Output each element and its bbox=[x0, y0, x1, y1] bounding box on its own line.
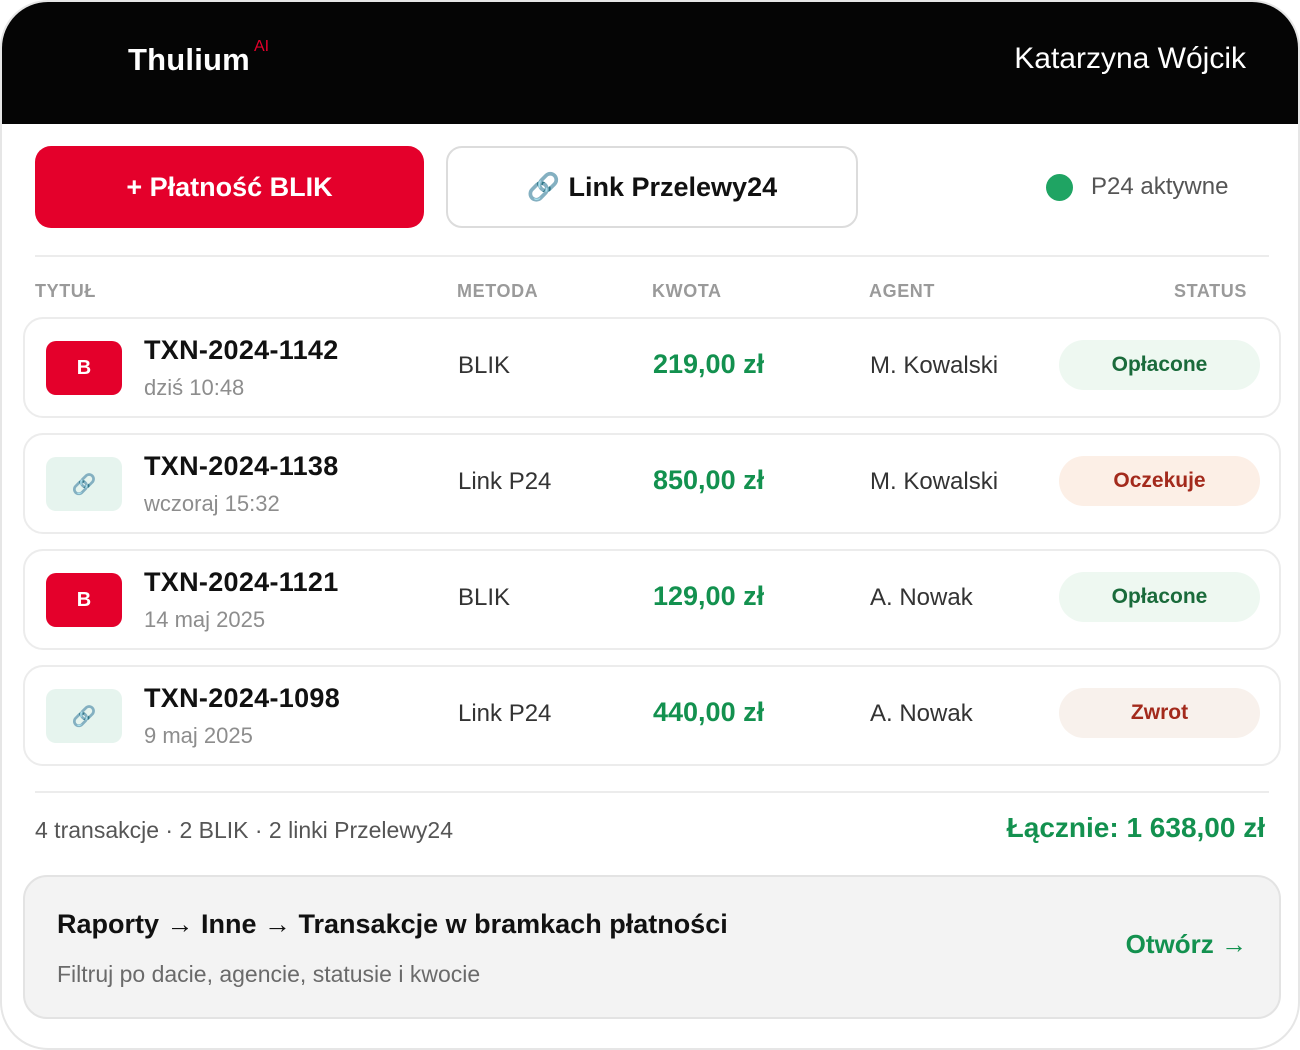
divider bbox=[35, 255, 1269, 257]
link-icon: 🔗 bbox=[46, 689, 122, 743]
ai-badge: AI bbox=[254, 38, 270, 55]
transaction-id[interactable]: TXN-2024-1138 bbox=[144, 451, 339, 482]
transaction-row[interactable]: B TXN-2024-1142 dziś 10:48 BLIK 219,00 zł M. … bbox=[23, 317, 1281, 418]
app-window: Thulium AI Katarzyna Wójcik + Płatność B… bbox=[0, 0, 1300, 1050]
transaction-time: 9 maj 2025 bbox=[144, 723, 253, 748]
p24-status-label: P24 aktywne bbox=[1091, 173, 1229, 200]
transaction-time: wczoraj 15:32 bbox=[144, 491, 280, 516]
status-badge: Opłacone bbox=[1059, 340, 1260, 390]
open-report-link[interactable]: Otwórz → bbox=[1126, 929, 1247, 960]
p24-link-button[interactable]: 🔗 Link Przelewy24 bbox=[446, 146, 858, 228]
report-description: Filtruj po dacie, agencie, statusie i kw… bbox=[57, 961, 481, 987]
status-badge: Oczekuje bbox=[1059, 456, 1260, 506]
status-badge: Zwrot bbox=[1059, 688, 1260, 738]
divider bbox=[35, 791, 1269, 793]
transaction-method: Link P24 bbox=[458, 468, 552, 495]
transaction-method: Link P24 bbox=[458, 700, 552, 727]
transaction-time: 14 maj 2025 bbox=[144, 607, 266, 632]
blik-icon: B bbox=[46, 341, 122, 395]
transaction-method: BLIK bbox=[458, 584, 511, 611]
transaction-amount: 850,00 zł bbox=[653, 465, 765, 495]
transaction-agent: M. Kowalski bbox=[870, 352, 999, 379]
transaction-row[interactable]: B TXN-2024-1121 14 maj 2025 BLIK 129,00 zł A.… bbox=[23, 549, 1281, 650]
report-shortcut-card[interactable]: Raporty → Inne → Transakcje w bramkach p… bbox=[23, 875, 1281, 1019]
status-dot-icon bbox=[1046, 173, 1073, 201]
link-icon: 🔗 bbox=[46, 457, 122, 511]
column-header-title: TYTUŁ bbox=[35, 281, 96, 301]
transactions-summary: 4 transakcje · 2 BLIK · 2 linki Przelewy… bbox=[35, 817, 454, 843]
column-header-agent: AGENT bbox=[869, 281, 935, 301]
transaction-agent: A. Nowak bbox=[870, 700, 973, 727]
blik-icon: B bbox=[46, 573, 122, 627]
user-name[interactable]: Katarzyna Wójcik bbox=[1014, 42, 1246, 76]
link-icon: 🔗 bbox=[526, 172, 561, 202]
column-header-amount: KWOTA bbox=[652, 281, 722, 301]
status-badge: Opłacone bbox=[1059, 572, 1260, 622]
brand-logo[interactable]: Thulium bbox=[128, 42, 250, 78]
transactions-total: Łącznie: 1 638,00 zł bbox=[1006, 812, 1265, 843]
transaction-id[interactable]: TXN-2024-1142 bbox=[144, 335, 339, 366]
transaction-agent: A. Nowak bbox=[870, 584, 973, 611]
column-header-status: STATUS bbox=[1174, 281, 1247, 301]
transaction-amount: 440,00 zł bbox=[653, 697, 765, 727]
column-header-method: METODA bbox=[457, 281, 539, 301]
transaction-id[interactable]: TXN-2024-1098 bbox=[144, 683, 340, 714]
p24-status-indicator: P24 aktywne bbox=[1046, 170, 1228, 204]
new-blik-payment-button[interactable]: + Płatność BLIK bbox=[35, 146, 424, 228]
transaction-id[interactable]: TXN-2024-1121 bbox=[144, 567, 339, 598]
transaction-row[interactable]: 🔗 TXN-2024-1138 wczoraj 15:32 Link P24 850,0… bbox=[23, 433, 1281, 534]
transaction-amount: 219,00 zł bbox=[653, 349, 765, 379]
transaction-method: BLIK bbox=[458, 352, 511, 379]
transaction-agent: M. Kowalski bbox=[870, 468, 999, 495]
report-path: Raporty → Inne → Transakcje w bramkach p… bbox=[57, 909, 728, 939]
p24-link-button-label: Link Przelewy24 bbox=[568, 171, 778, 202]
transaction-amount: 129,00 zł bbox=[653, 581, 765, 611]
transaction-row[interactable]: 🔗 TXN-2024-1098 9 maj 2025 Link P24 440,00 z… bbox=[23, 665, 1281, 766]
transaction-time: dziś 10:48 bbox=[144, 375, 245, 400]
top-bar: Thulium AI Katarzyna Wójcik bbox=[2, 2, 1298, 124]
